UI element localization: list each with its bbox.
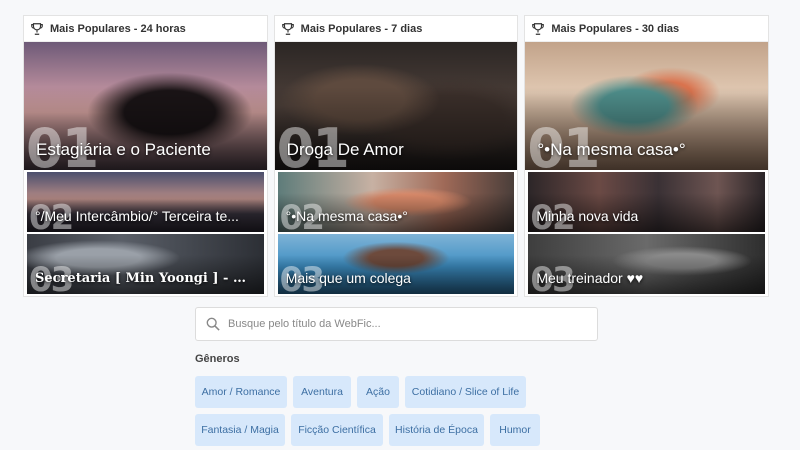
story-card[interactable]: 01 Estagiária e o Paciente <box>24 42 267 170</box>
story-title: Estagiária e o Paciente <box>36 140 211 159</box>
ranking-header-label: Mais Populares - 30 dias <box>551 22 680 35</box>
genre-chip[interactable]: Ação <box>357 376 399 408</box>
ranking-7d: Mais Populares - 7 dias 01 Droga De Amor… <box>273 15 519 297</box>
story-card[interactable]: 03 Mais que um colega <box>277 234 515 294</box>
trophy-icon <box>532 22 545 35</box>
story-card[interactable]: 02 °•Na mesma casa•° <box>277 172 515 232</box>
story-title: Minha nova vida <box>536 208 639 224</box>
search-icon <box>206 317 220 331</box>
genre-chip[interactable]: Cotidiano / Slice of Life <box>405 376 526 408</box>
ranking-header: Mais Populares - 30 dias <box>525 16 769 42</box>
story-title: Secretaria [ Min Yoongi ] - BTS <box>35 271 256 286</box>
ranking-header-label: Mais Populares - 24 horas <box>50 22 186 35</box>
story-title: Meu treinador ♥♥ <box>536 270 644 286</box>
genres-heading: Gêneros <box>195 353 240 365</box>
story-card[interactable]: 02 °/Meu Intercâmbio/° Terceira te... <box>27 172 264 232</box>
story-card[interactable]: 02 Minha nova vida <box>528 172 766 232</box>
genre-chip[interactable]: Ficção Científica <box>291 414 383 446</box>
ranking-header-label: Mais Populares - 7 dias <box>300 22 423 35</box>
trophy-icon <box>281 22 294 35</box>
story-title: °•Na mesma casa•° <box>285 208 408 224</box>
story-card[interactable]: 01 °•Na mesma casa•° <box>525 42 769 170</box>
story-title: °/Meu Intercâmbio/° Terceira te... <box>35 208 239 224</box>
trophy-icon <box>31 22 43 35</box>
ranking-header: Mais Populares - 24 horas <box>24 16 267 42</box>
story-title: Mais que um colega <box>285 270 411 286</box>
genre-chip[interactable]: História de Época <box>389 414 484 446</box>
story-card[interactable]: 03 Secretaria [ Min Yoongi ] - BTS <box>27 234 264 294</box>
ranking-24h: Mais Populares - 24 horas 01 Estagiária … <box>23 15 268 297</box>
genre-chip[interactable]: Fantasia / Magia <box>195 414 285 446</box>
popular-rankings: Mais Populares - 24 horas 01 Estagiária … <box>23 15 770 297</box>
ranking-30d: Mais Populares - 30 dias 01 °•Na mesma c… <box>524 15 770 297</box>
story-card[interactable]: 03 Meu treinador ♥♥ <box>528 234 766 294</box>
search-input[interactable] <box>228 318 588 330</box>
story-title: Droga De Amor <box>286 140 404 159</box>
story-card[interactable]: 01 Droga De Amor <box>274 42 518 170</box>
genre-chip[interactable]: Amor / Romance <box>195 376 287 408</box>
search-bar[interactable] <box>195 307 598 341</box>
genre-chip[interactable]: Humor <box>490 414 540 446</box>
story-title: °•Na mesma casa•° <box>537 140 686 159</box>
genre-chip[interactable]: Aventura <box>293 376 351 408</box>
ranking-header: Mais Populares - 7 dias <box>274 16 518 42</box>
